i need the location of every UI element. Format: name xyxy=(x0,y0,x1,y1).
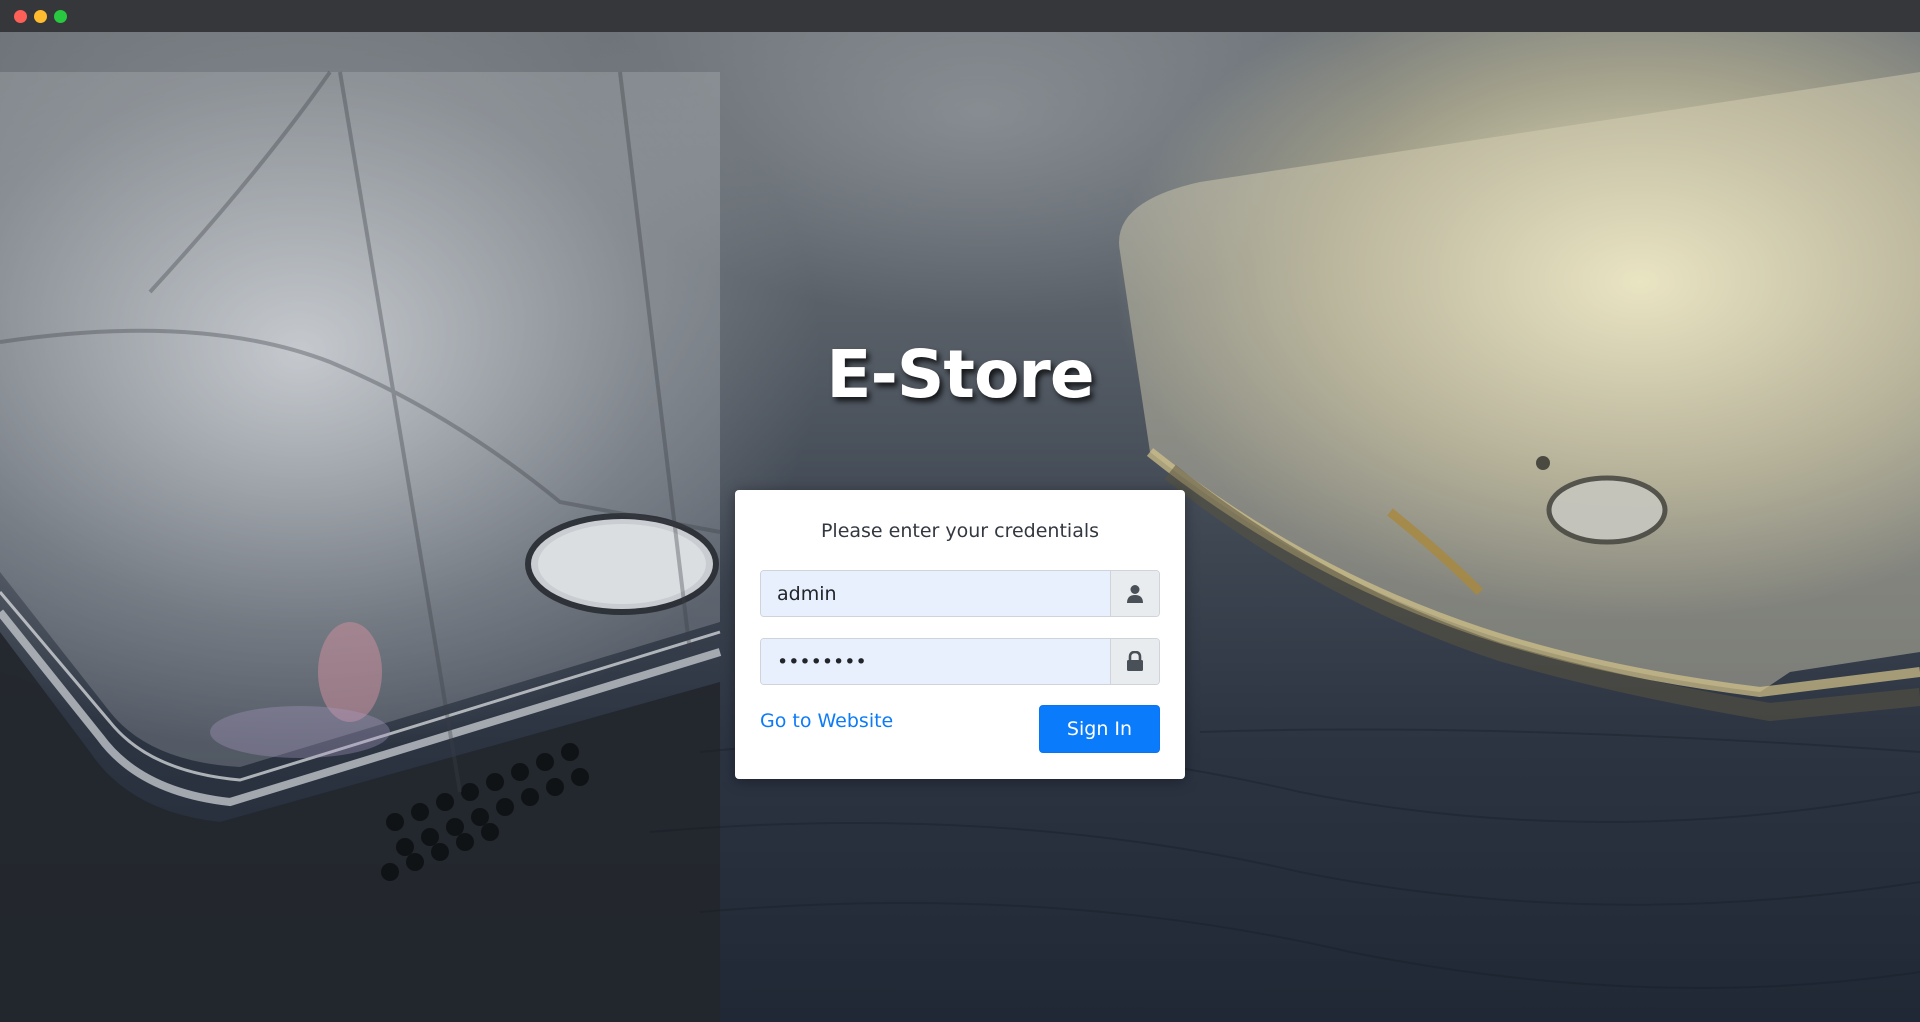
username-field xyxy=(760,570,1160,617)
password-input[interactable] xyxy=(761,639,1110,684)
lock-icon xyxy=(1127,651,1143,671)
login-card: Please enter your credentials Go to Webs… xyxy=(735,490,1185,779)
password-addon xyxy=(1110,639,1159,684)
password-field xyxy=(760,638,1160,685)
window-close-button[interactable] xyxy=(14,10,27,23)
username-input[interactable] xyxy=(761,571,1110,616)
browser-window: E-Store Please enter your credentials Go… xyxy=(0,0,1920,1022)
sign-in-button[interactable]: Sign In xyxy=(1039,705,1160,753)
window-minimize-button[interactable] xyxy=(34,10,47,23)
page-title: E-Store xyxy=(826,336,1094,413)
window-titlebar xyxy=(0,0,1920,32)
go-to-website-link[interactable]: Go to Website xyxy=(760,710,893,732)
window-maximize-button[interactable] xyxy=(54,10,67,23)
login-prompt: Please enter your credentials xyxy=(820,520,1100,542)
user-icon xyxy=(1127,584,1143,603)
username-addon xyxy=(1110,571,1159,616)
